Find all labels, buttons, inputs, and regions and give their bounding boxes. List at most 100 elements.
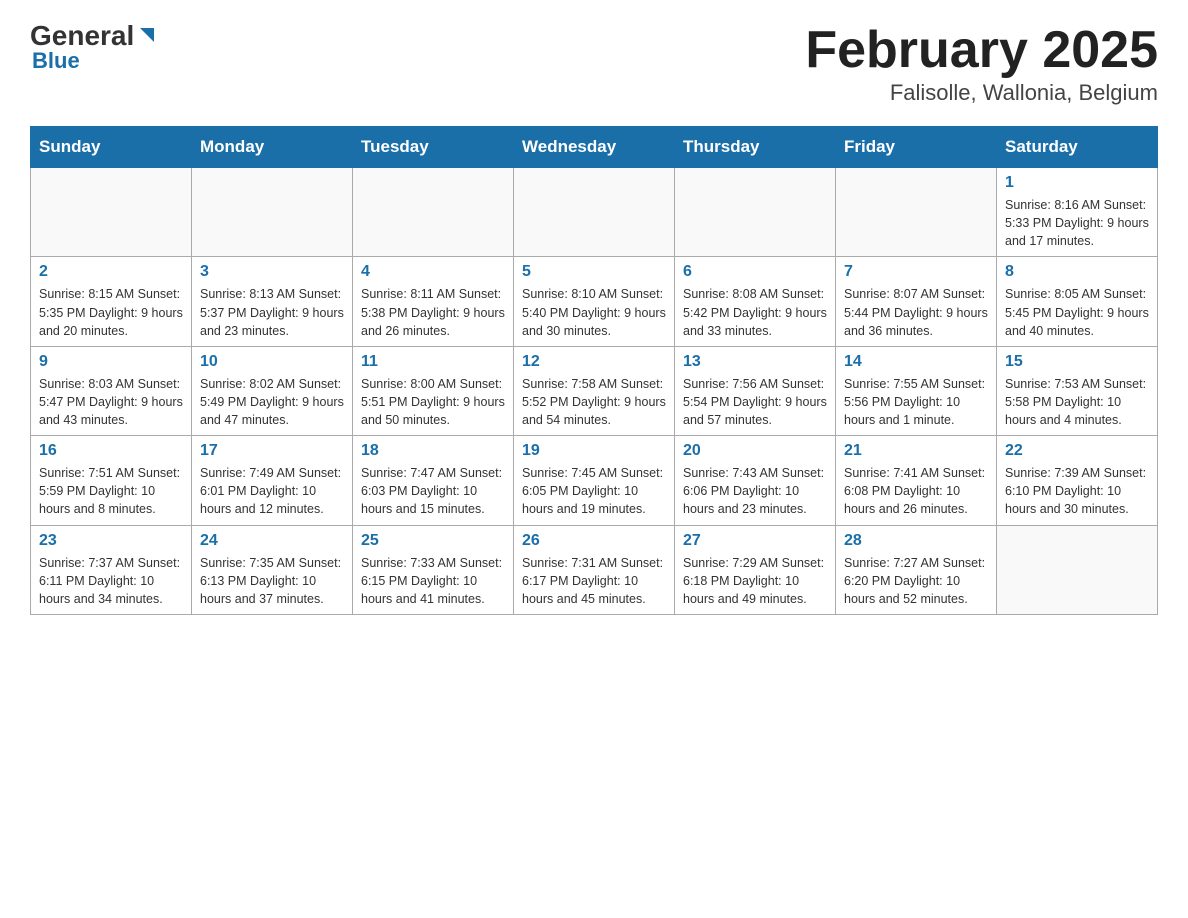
day-info: Sunrise: 7:56 AM Sunset: 5:54 PM Dayligh… [683,375,827,429]
day-number: 11 [361,353,505,371]
calendar-cell: 28 Sunrise: 7:27 AM Sunset: 6:20 PM Dayli… [836,525,997,614]
day-number: 10 [200,353,344,371]
day-info: Sunrise: 7:39 AM Sunset: 6:10 PM Dayligh… [1005,464,1149,518]
day-number: 4 [361,263,505,281]
day-number: 16 [39,442,183,460]
calendar-cell: 10 Sunrise: 8:02 AM Sunset: 5:49 PM Dayli… [192,346,353,435]
calendar-cell: 12 Sunrise: 7:58 AM Sunset: 5:52 PM Dayli… [514,346,675,435]
day-number: 21 [844,442,988,460]
day-info: Sunrise: 7:31 AM Sunset: 6:17 PM Dayligh… [522,554,666,608]
calendar-cell: 22 Sunrise: 7:39 AM Sunset: 6:10 PM Dayli… [997,436,1158,525]
day-info: Sunrise: 7:33 AM Sunset: 6:15 PM Dayligh… [361,554,505,608]
logo-blue-text: Blue [32,48,80,74]
day-info: Sunrise: 7:41 AM Sunset: 6:08 PM Dayligh… [844,464,988,518]
day-number: 23 [39,532,183,550]
calendar-cell: 19Sunrise: 7:45 AM Sunset: 6:05 PM Dayli… [514,436,675,525]
calendar-cell [192,168,353,257]
calendar-cell [836,168,997,257]
day-of-week-header: Wednesday [514,127,675,168]
day-number: 25 [361,532,505,550]
day-number: 15 [1005,353,1149,371]
calendar-week-row: 2Sunrise: 8:15 AM Sunset: 5:35 PM Daylig… [31,257,1158,346]
day-number: 27 [683,532,827,550]
day-info: Sunrise: 7:47 AM Sunset: 6:03 PM Dayligh… [361,464,505,518]
day-of-week-header: Saturday [997,127,1158,168]
calendar-week-row: 23Sunrise: 7:37 AM Sunset: 6:11 PM Dayli… [31,525,1158,614]
calendar-cell: 24 Sunrise: 7:35 AM Sunset: 6:13 PM Dayli… [192,525,353,614]
day-info: Sunrise: 7:43 AM Sunset: 6:06 PM Dayligh… [683,464,827,518]
calendar-cell: 5Sunrise: 8:10 AM Sunset: 5:40 PM Daylig… [514,257,675,346]
calendar-cell: 16 Sunrise: 7:51 AM Sunset: 5:59 PM Dayli… [31,436,192,525]
day-info: Sunrise: 7:35 AM Sunset: 6:13 PM Dayligh… [200,554,344,608]
day-of-week-header: Sunday [31,127,192,168]
calendar-cell: 7 Sunrise: 8:07 AM Sunset: 5:44 PM Daylig… [836,257,997,346]
day-info: Sunrise: 7:49 AM Sunset: 6:01 PM Dayligh… [200,464,344,518]
calendar-cell: 6Sunrise: 8:08 AM Sunset: 5:42 PM Daylig… [675,257,836,346]
day-info: Sunrise: 7:58 AM Sunset: 5:52 PM Dayligh… [522,375,666,429]
calendar-cell: 18 Sunrise: 7:47 AM Sunset: 6:03 PM Dayli… [353,436,514,525]
day-info: Sunrise: 8:10 AM Sunset: 5:40 PM Dayligh… [522,285,666,339]
calendar-cell: 20 Sunrise: 7:43 AM Sunset: 6:06 PM Dayli… [675,436,836,525]
day-info: Sunrise: 8:03 AM Sunset: 5:47 PM Dayligh… [39,375,183,429]
calendar-cell: 9 Sunrise: 8:03 AM Sunset: 5:47 PM Daylig… [31,346,192,435]
day-info: Sunrise: 8:05 AM Sunset: 5:45 PM Dayligh… [1005,285,1149,339]
day-of-week-header: Tuesday [353,127,514,168]
calendar-cell [353,168,514,257]
day-info: Sunrise: 7:27 AM Sunset: 6:20 PM Dayligh… [844,554,988,608]
day-info: Sunrise: 8:00 AM Sunset: 5:51 PM Dayligh… [361,375,505,429]
day-number: 13 [683,353,827,371]
day-number: 7 [844,263,988,281]
calendar-cell: 2Sunrise: 8:15 AM Sunset: 5:35 PM Daylig… [31,257,192,346]
calendar-cell: 21 Sunrise: 7:41 AM Sunset: 6:08 PM Dayli… [836,436,997,525]
day-info: Sunrise: 8:07 AM Sunset: 5:44 PM Dayligh… [844,285,988,339]
calendar-cell [997,525,1158,614]
day-number: 9 [39,353,183,371]
day-info: Sunrise: 7:55 AM Sunset: 5:56 PM Dayligh… [844,375,988,429]
day-number: 22 [1005,442,1149,460]
day-number: 20 [683,442,827,460]
day-info: Sunrise: 8:13 AM Sunset: 5:37 PM Dayligh… [200,285,344,339]
calendar-cell: 1 Sunrise: 8:16 AM Sunset: 5:33 PM Daylig… [997,168,1158,257]
calendar-cell [31,168,192,257]
calendar-cell: 26 Sunrise: 7:31 AM Sunset: 6:17 PM Dayli… [514,525,675,614]
calendar-table: SundayMondayTuesdayWednesdayThursdayFrid… [30,126,1158,615]
calendar-week-row: 1 Sunrise: 8:16 AM Sunset: 5:33 PM Daylig… [31,168,1158,257]
calendar-cell: 15 Sunrise: 7:53 AM Sunset: 5:58 PM Dayli… [997,346,1158,435]
day-number: 12 [522,353,666,371]
day-number: 26 [522,532,666,550]
day-info: Sunrise: 8:02 AM Sunset: 5:49 PM Dayligh… [200,375,344,429]
calendar-cell: 23Sunrise: 7:37 AM Sunset: 6:11 PM Dayli… [31,525,192,614]
day-number: 2 [39,263,183,281]
calendar-week-row: 9 Sunrise: 8:03 AM Sunset: 5:47 PM Daylig… [31,346,1158,435]
day-number: 17 [200,442,344,460]
calendar-title: February 2025 [805,20,1158,80]
calendar-cell: 3 Sunrise: 8:13 AM Sunset: 5:37 PM Daylig… [192,257,353,346]
calendar-cell [675,168,836,257]
day-number: 28 [844,532,988,550]
day-number: 8 [1005,263,1149,281]
day-info: Sunrise: 8:11 AM Sunset: 5:38 PM Dayligh… [361,285,505,339]
calendar-cell: 13 Sunrise: 7:56 AM Sunset: 5:54 PM Dayli… [675,346,836,435]
day-of-week-header: Monday [192,127,353,168]
calendar-cell: 14Sunrise: 7:55 AM Sunset: 5:56 PM Dayli… [836,346,997,435]
logo-triangle-icon [136,24,158,46]
day-number: 19 [522,442,666,460]
day-info: Sunrise: 8:08 AM Sunset: 5:42 PM Dayligh… [683,285,827,339]
logo: General Blue [30,20,158,74]
title-block: February 2025 Falisolle, Wallonia, Belgi… [805,20,1158,106]
day-info: Sunrise: 8:16 AM Sunset: 5:33 PM Dayligh… [1005,196,1149,250]
calendar-cell: 17 Sunrise: 7:49 AM Sunset: 6:01 PM Dayli… [192,436,353,525]
day-of-week-header: Friday [836,127,997,168]
page-header: General Blue February 2025 Falisolle, Wa… [30,20,1158,106]
day-of-week-header: Thursday [675,127,836,168]
day-number: 3 [200,263,344,281]
day-number: 18 [361,442,505,460]
calendar-subtitle: Falisolle, Wallonia, Belgium [805,80,1158,106]
calendar-cell: 4 Sunrise: 8:11 AM Sunset: 5:38 PM Daylig… [353,257,514,346]
day-number: 24 [200,532,344,550]
calendar-cell: 11 Sunrise: 8:00 AM Sunset: 5:51 PM Dayli… [353,346,514,435]
day-info: Sunrise: 7:51 AM Sunset: 5:59 PM Dayligh… [39,464,183,518]
day-number: 1 [1005,174,1149,192]
calendar-cell: 25 Sunrise: 7:33 AM Sunset: 6:15 PM Dayli… [353,525,514,614]
day-info: Sunrise: 7:53 AM Sunset: 5:58 PM Dayligh… [1005,375,1149,429]
